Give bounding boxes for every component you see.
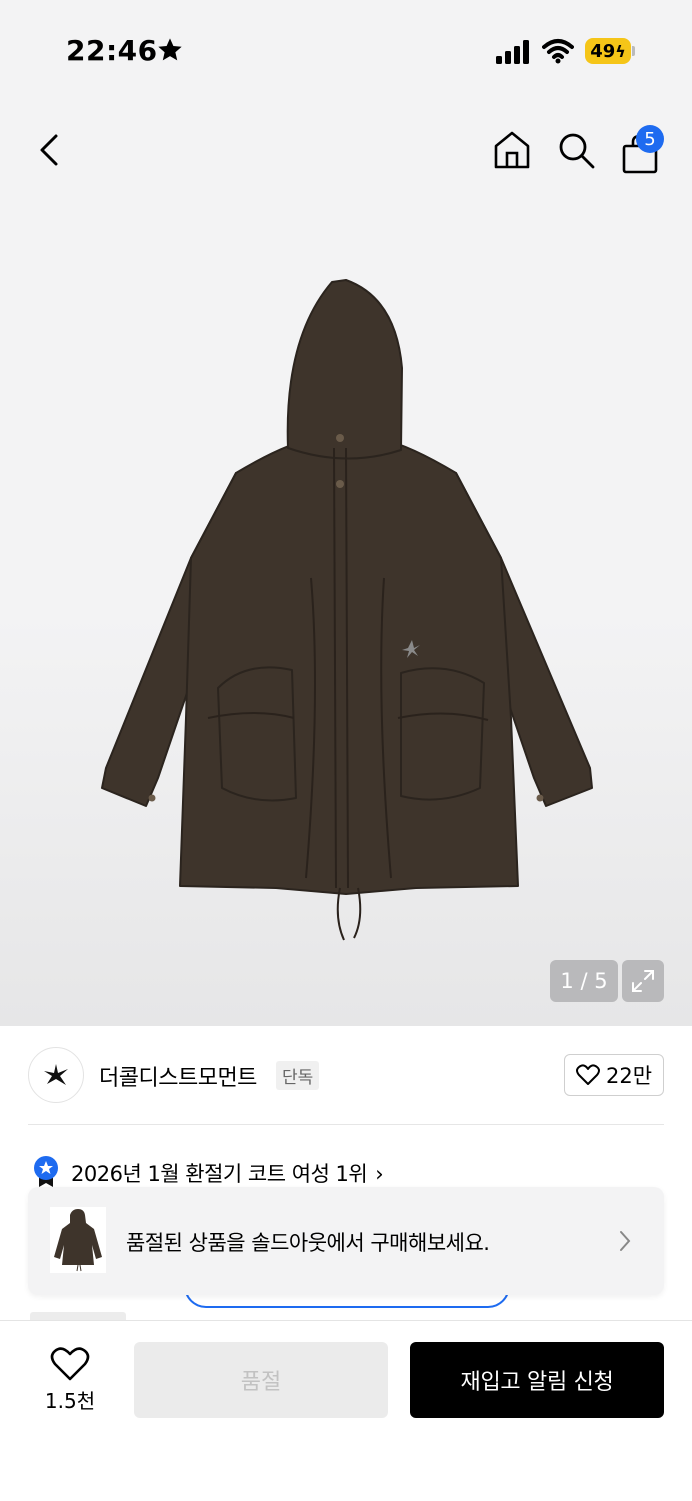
product-image[interactable] xyxy=(96,278,596,948)
brand-like-button[interactable]: 22만 xyxy=(564,1054,664,1096)
exclusive-tag: 단독 xyxy=(276,1061,320,1090)
wish-count: 1.5천 xyxy=(44,1389,96,1413)
battery-tip xyxy=(632,46,635,56)
expand-icon xyxy=(632,970,654,992)
soldout-banner-text: 품절된 상품을 솔드아웃에서 구매해보세요. xyxy=(126,1231,490,1255)
chevron-right-icon: › xyxy=(375,1162,384,1186)
search-icon[interactable] xyxy=(554,128,598,172)
soldout-button[interactable]: 품절 xyxy=(134,1342,388,1418)
star-icon xyxy=(158,38,182,61)
jacket-thumbnail xyxy=(54,1209,102,1272)
ranking-badge-icon xyxy=(34,1156,58,1187)
heart-icon xyxy=(575,1064,600,1085)
charging-icon: ϟ xyxy=(615,41,626,61)
brand-logo[interactable] xyxy=(28,1047,84,1103)
expand-button[interactable] xyxy=(622,960,664,1002)
ranking-text: 2026년 1월 환절기 코트 여성 1위 xyxy=(71,1162,368,1186)
status-time: 22:46 xyxy=(66,34,158,67)
hidden-tag xyxy=(30,1312,126,1320)
product-thumbnail xyxy=(50,1207,106,1273)
battery-indicator: 49 ϟ xyxy=(585,38,631,64)
restock-alert-button[interactable]: 재입고 알림 신청 xyxy=(410,1342,664,1418)
ranking-link[interactable]: 2026년 1월 환절기 코트 여성 1위 › xyxy=(71,1158,384,1188)
battery-level: 49 xyxy=(590,40,616,62)
heart-icon[interactable] xyxy=(50,1346,90,1382)
back-icon[interactable] xyxy=(30,128,70,172)
divider xyxy=(28,1124,664,1125)
cart-count-badge: 5 xyxy=(636,125,664,153)
brand-star-icon xyxy=(44,1064,68,1085)
image-counter: 1 / 5 xyxy=(550,960,618,1002)
home-icon[interactable] xyxy=(490,128,534,172)
chevron-right-icon xyxy=(620,1231,631,1251)
brand-name[interactable]: 더콜디스트모먼트 xyxy=(99,1060,257,1092)
soldout-banner[interactable]: 품절된 상품을 솔드아웃에서 구매해보세요. xyxy=(28,1187,664,1295)
wifi-icon xyxy=(542,39,574,64)
signal-icon xyxy=(496,40,529,64)
brand-like-count: 22만 xyxy=(605,1064,653,1088)
